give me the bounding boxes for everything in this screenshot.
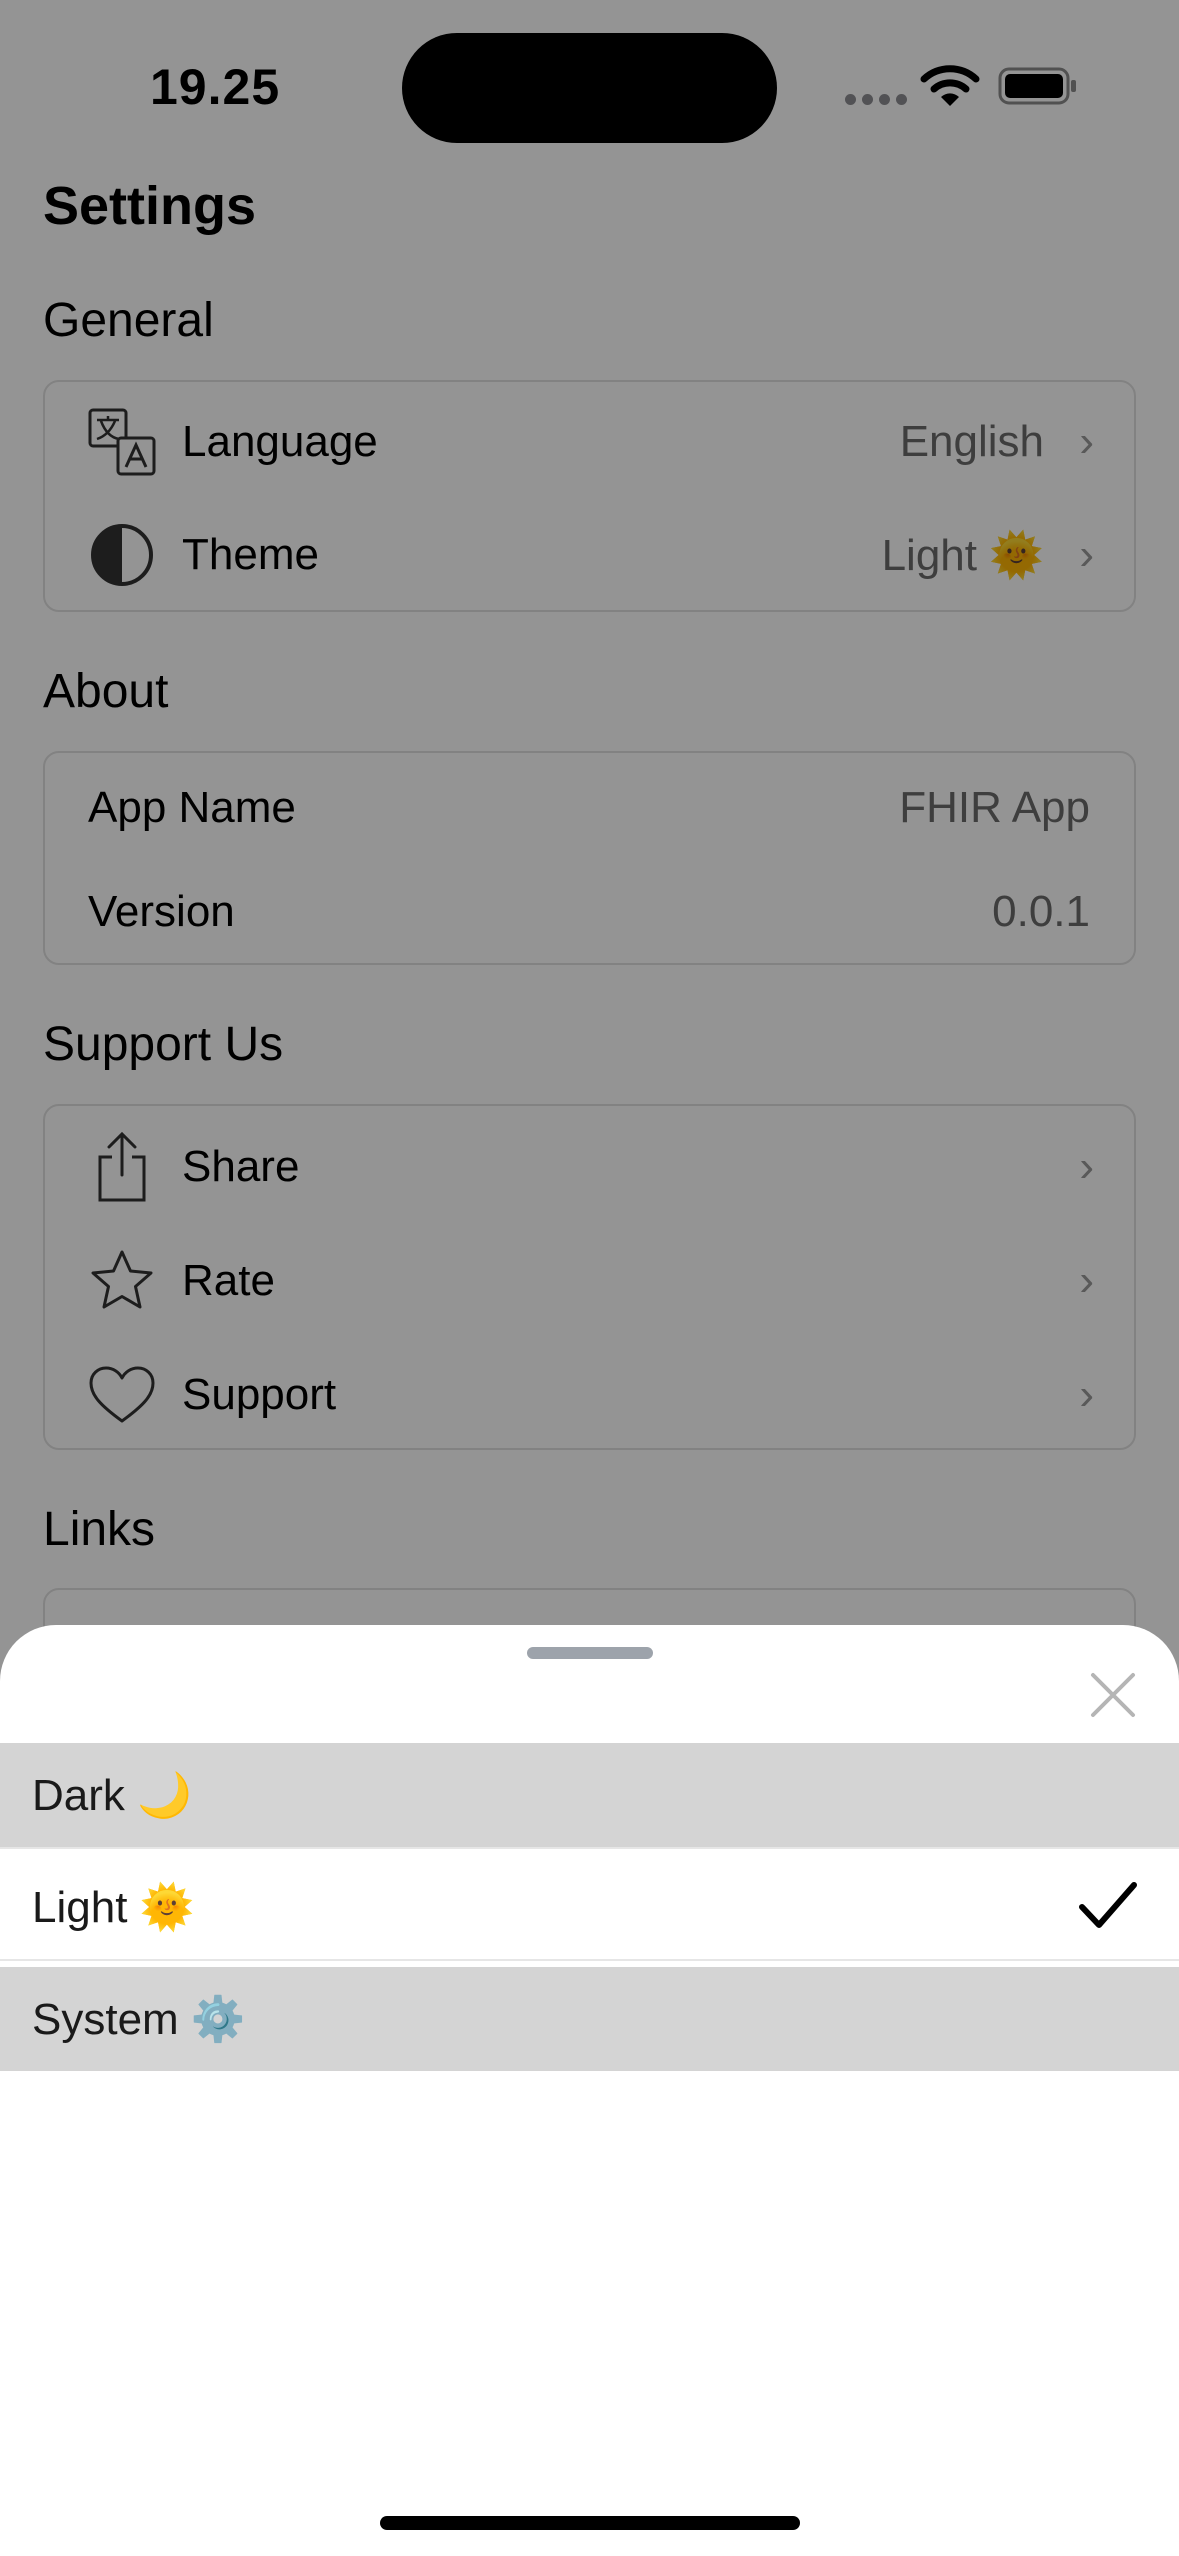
theme-option-label: Light 🌞 — [32, 1883, 195, 1932]
divider — [0, 1959, 1179, 1961]
theme-option-dark[interactable]: Dark 🌙 — [0, 1743, 1179, 1847]
close-icon[interactable] — [1085, 1667, 1141, 1723]
checkmark-icon — [1079, 1882, 1137, 1928]
sheet-grabber[interactable] — [527, 1647, 653, 1659]
home-indicator[interactable] — [380, 2516, 800, 2530]
divider — [0, 1847, 1179, 1849]
theme-option-light[interactable]: Light 🌞 — [0, 1855, 1179, 1959]
theme-option-label: System ⚙️ — [32, 1995, 246, 2044]
theme-option-system[interactable]: System ⚙️ — [0, 1967, 1179, 2071]
theme-picker-sheet: Dark 🌙 Light 🌞 System ⚙️ — [0, 1625, 1179, 2556]
theme-option-label: Dark 🌙 — [32, 1771, 192, 1820]
